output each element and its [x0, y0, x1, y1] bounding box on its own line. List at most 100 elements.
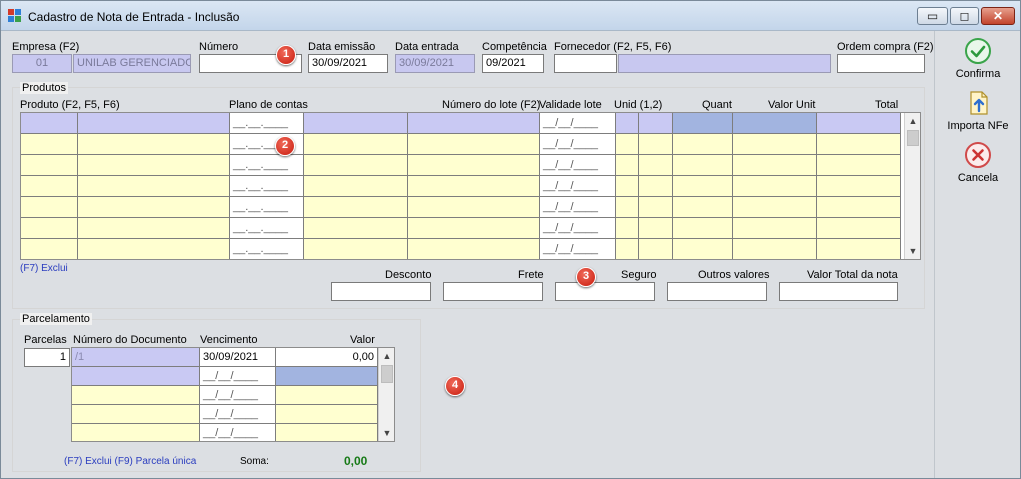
produto-cell-unid[interactable] — [616, 176, 639, 197]
produto-cell-lote[interactable] — [408, 197, 540, 218]
produto-row[interactable]: __.__.____ __/__/____ — [21, 155, 905, 176]
produtos-grid[interactable]: __.__.____ __/__/____ __.__.____ __/__/____… — [20, 112, 921, 260]
data-emissao-field[interactable]: 30/09/2021 — [308, 54, 388, 73]
produto-cell-total[interactable] — [817, 134, 901, 155]
produto-cell-plano[interactable]: __.__.____ — [230, 155, 304, 176]
produto-cell-lote[interactable] — [408, 239, 540, 259]
produto-cell-produto_name[interactable] — [78, 113, 230, 134]
produto-cell-unid2[interactable] — [639, 239, 673, 259]
maximize-button[interactable]: ◻ — [950, 7, 979, 25]
produto-cell-total[interactable] — [817, 239, 901, 259]
frete-field[interactable] — [443, 282, 543, 301]
produto-cell-lote[interactable] — [408, 113, 540, 134]
produto-cell-unid[interactable] — [616, 218, 639, 239]
importa-nfe-button[interactable]: Importa NFe — [935, 89, 1021, 132]
produtos-scrollbar[interactable]: ▲ ▼ — [904, 113, 920, 259]
close-button[interactable]: ✕ — [981, 7, 1015, 25]
produto-cell-total[interactable] — [817, 155, 901, 176]
produto-cell-plano[interactable]: __.__.____ — [230, 197, 304, 218]
parcelamento-scrollbar[interactable]: ▲ ▼ — [378, 348, 394, 441]
produto-cell-validade[interactable]: __/__/____ — [540, 113, 616, 134]
produto-cell-produto_name[interactable] — [78, 197, 230, 218]
produto-cell-valor_unit[interactable] — [733, 218, 817, 239]
parcela-cell-venc[interactable]: __/__/____ — [200, 424, 276, 441]
parcela-cell-doc[interactable]: /1 — [72, 348, 200, 367]
parcela-cell-venc[interactable]: 30/09/2021 — [200, 348, 276, 367]
parcela-cell-valor[interactable] — [276, 405, 378, 424]
parcela-row[interactable]: __/__/____ — [72, 386, 378, 405]
seguro-field[interactable] — [555, 282, 655, 301]
produto-cell-produto_name[interactable] — [78, 134, 230, 155]
parcela-cell-venc[interactable]: __/__/____ — [200, 386, 276, 405]
desconto-field[interactable] — [331, 282, 431, 301]
parcela-cell-venc[interactable]: __/__/____ — [200, 367, 276, 386]
minimize-button[interactable]: ▭ — [917, 7, 948, 25]
produto-cell-produto_code[interactable] — [21, 197, 78, 218]
produto-cell-produto_code[interactable] — [21, 155, 78, 176]
produto-cell-unid[interactable] — [616, 134, 639, 155]
parcela-row[interactable]: __/__/____ — [72, 367, 378, 386]
produto-cell-produto_code[interactable] — [21, 176, 78, 197]
produto-cell-quant[interactable] — [673, 155, 733, 176]
confirma-button[interactable]: Confirma — [935, 37, 1021, 80]
produto-cell-quant[interactable] — [673, 113, 733, 134]
produto-row[interactable]: __.__.____ __/__/____ — [21, 134, 905, 155]
produto-cell-produto_code[interactable] — [21, 239, 78, 259]
parcela-cell-valor[interactable] — [276, 424, 378, 441]
produto-cell-lote[interactable] — [408, 155, 540, 176]
parcela-cell-doc[interactable] — [72, 405, 200, 424]
produto-cell-valor_unit[interactable] — [733, 155, 817, 176]
produto-cell-plano_desc[interactable] — [304, 197, 408, 218]
produto-cell-validade[interactable]: __/__/____ — [540, 155, 616, 176]
produto-cell-unid[interactable] — [616, 197, 639, 218]
parcela-cell-doc[interactable] — [72, 424, 200, 441]
produto-cell-validade[interactable]: __/__/____ — [540, 239, 616, 259]
produto-cell-valor_unit[interactable] — [733, 239, 817, 259]
produto-cell-plano_desc[interactable] — [304, 239, 408, 259]
outros-valores-field[interactable] — [667, 282, 767, 301]
produto-cell-plano_desc[interactable] — [304, 176, 408, 197]
produto-cell-produto_name[interactable] — [78, 239, 230, 259]
scroll-up-icon[interactable]: ▲ — [379, 348, 394, 364]
scroll-up-icon[interactable]: ▲ — [905, 113, 920, 129]
produto-cell-validade[interactable]: __/__/____ — [540, 218, 616, 239]
produto-cell-plano[interactable]: __.__.____ — [230, 113, 304, 134]
competencia-field[interactable]: 09/2021 — [482, 54, 544, 73]
parcela-row[interactable]: __/__/____ — [72, 424, 378, 441]
produto-cell-lote[interactable] — [408, 218, 540, 239]
produto-cell-quant[interactable] — [673, 239, 733, 259]
empresa-code-field[interactable]: 01 — [12, 54, 72, 73]
produto-cell-unid2[interactable] — [639, 113, 673, 134]
parcela-cell-doc[interactable] — [72, 367, 200, 386]
produto-cell-total[interactable] — [817, 113, 901, 134]
produto-cell-plano[interactable]: __.__.____ — [230, 239, 304, 259]
produto-cell-unid2[interactable] — [639, 176, 673, 197]
produto-row[interactable]: __.__.____ __/__/____ — [21, 197, 905, 218]
parcela-row[interactable]: __/__/____ — [72, 405, 378, 424]
produto-cell-unid2[interactable] — [639, 134, 673, 155]
produto-cell-produto_name[interactable] — [78, 176, 230, 197]
produto-cell-quant[interactable] — [673, 134, 733, 155]
produto-cell-quant[interactable] — [673, 197, 733, 218]
produto-cell-produto_code[interactable] — [21, 134, 78, 155]
parcelamento-grid[interactable]: /1 30/09/2021 0,00 __/__/____ __/__/____ __/_… — [71, 347, 395, 442]
parcela-cell-valor[interactable] — [276, 386, 378, 405]
scroll-down-icon[interactable]: ▼ — [905, 243, 920, 259]
produto-cell-unid[interactable] — [616, 155, 639, 176]
scroll-down-icon[interactable]: ▼ — [379, 425, 394, 441]
cancela-button[interactable]: Cancela — [935, 141, 1021, 184]
produto-cell-unid2[interactable] — [639, 218, 673, 239]
produto-cell-produto_name[interactable] — [78, 218, 230, 239]
parcela-cell-valor[interactable]: 0,00 — [276, 348, 378, 367]
produto-cell-unid2[interactable] — [639, 155, 673, 176]
produto-cell-plano_desc[interactable] — [304, 155, 408, 176]
produto-cell-total[interactable] — [817, 197, 901, 218]
produto-cell-validade[interactable]: __/__/____ — [540, 134, 616, 155]
valor-total-field[interactable] — [779, 282, 898, 301]
parcela-cell-doc[interactable] — [72, 386, 200, 405]
produto-cell-lote[interactable] — [408, 176, 540, 197]
produto-cell-validade[interactable]: __/__/____ — [540, 197, 616, 218]
produto-cell-plano[interactable]: __.__.____ — [230, 176, 304, 197]
produto-cell-plano_desc[interactable] — [304, 113, 408, 134]
produto-cell-unid[interactable] — [616, 239, 639, 259]
